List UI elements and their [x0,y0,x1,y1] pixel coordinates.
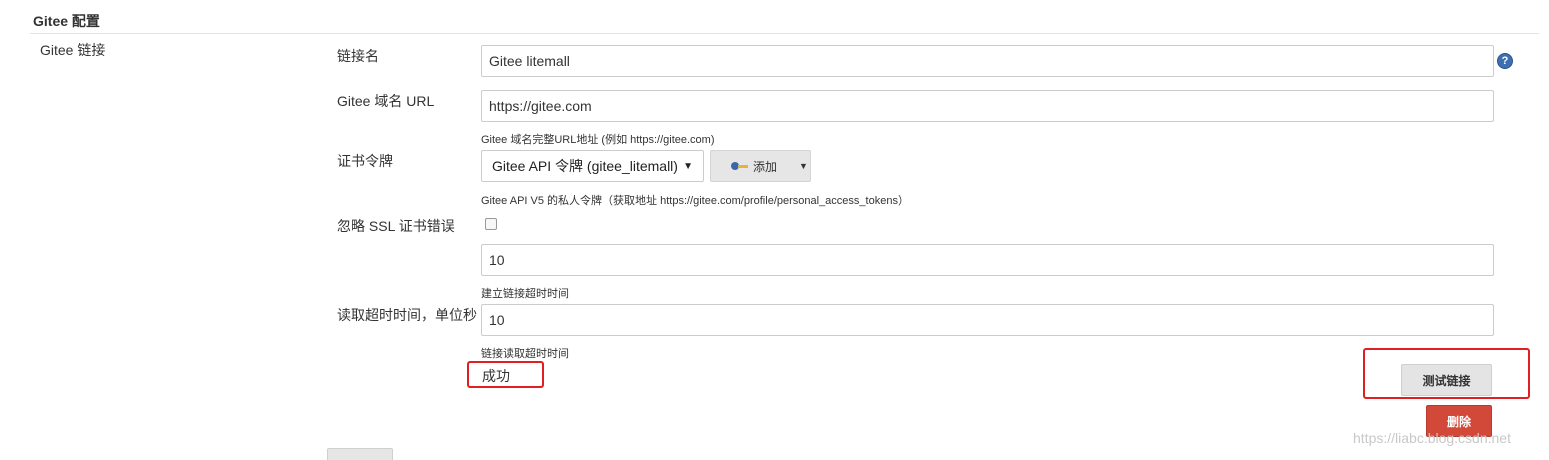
credential-select[interactable]: Gitee API 令牌 (gitee_litemall) ▼ [481,150,704,182]
read-timeout-help: 链接读取超时时间 [481,348,569,360]
credential-label: 证书令牌 [337,153,393,169]
ignore-ssl-label: 忽略 SSL 证书错误 [337,218,455,234]
section-divider [30,33,1539,34]
chevron-down-icon: ▼ [683,160,693,172]
block-label: Gitee 链接 [40,42,106,58]
add-credential-button[interactable]: 添加 ▼ [710,150,811,182]
connection-name-input[interactable]: Gitee litemall [481,45,1494,77]
connect-timeout-help: 建立链接超时时间 [481,288,569,300]
partial-button[interactable] [327,448,393,460]
status-highlight-box [467,361,544,388]
add-credential-label: 添加 [753,159,778,174]
domain-url-input[interactable]: https://gitee.com [481,90,1494,122]
credential-help: Gitee API V5 的私人令牌（获取地址 https://gitee.co… [481,195,909,207]
help-icon[interactable]: ? [1497,53,1513,69]
section-title: Gitee 配置 [33,13,100,29]
key-icon [731,162,749,170]
connect-timeout-input[interactable]: 10 [481,244,1494,276]
test-button-highlight-box [1363,348,1530,399]
domain-url-help: Gitee 域名完整URL地址 (例如 https://gitee.com) [481,134,715,146]
read-timeout-label: 读取超时时间，单位秒 [337,307,477,323]
ignore-ssl-checkbox[interactable] [485,218,497,230]
connection-name-label: 链接名 [337,48,379,64]
caret-down-icon[interactable]: ▼ [799,161,808,171]
domain-url-label: Gitee 域名 URL [337,93,435,109]
credential-selected-value: Gitee API 令牌 (gitee_litemall) [492,158,678,174]
read-timeout-input[interactable]: 10 [481,304,1494,336]
watermark: https://liabc.blog.csdn.net [1353,430,1511,446]
